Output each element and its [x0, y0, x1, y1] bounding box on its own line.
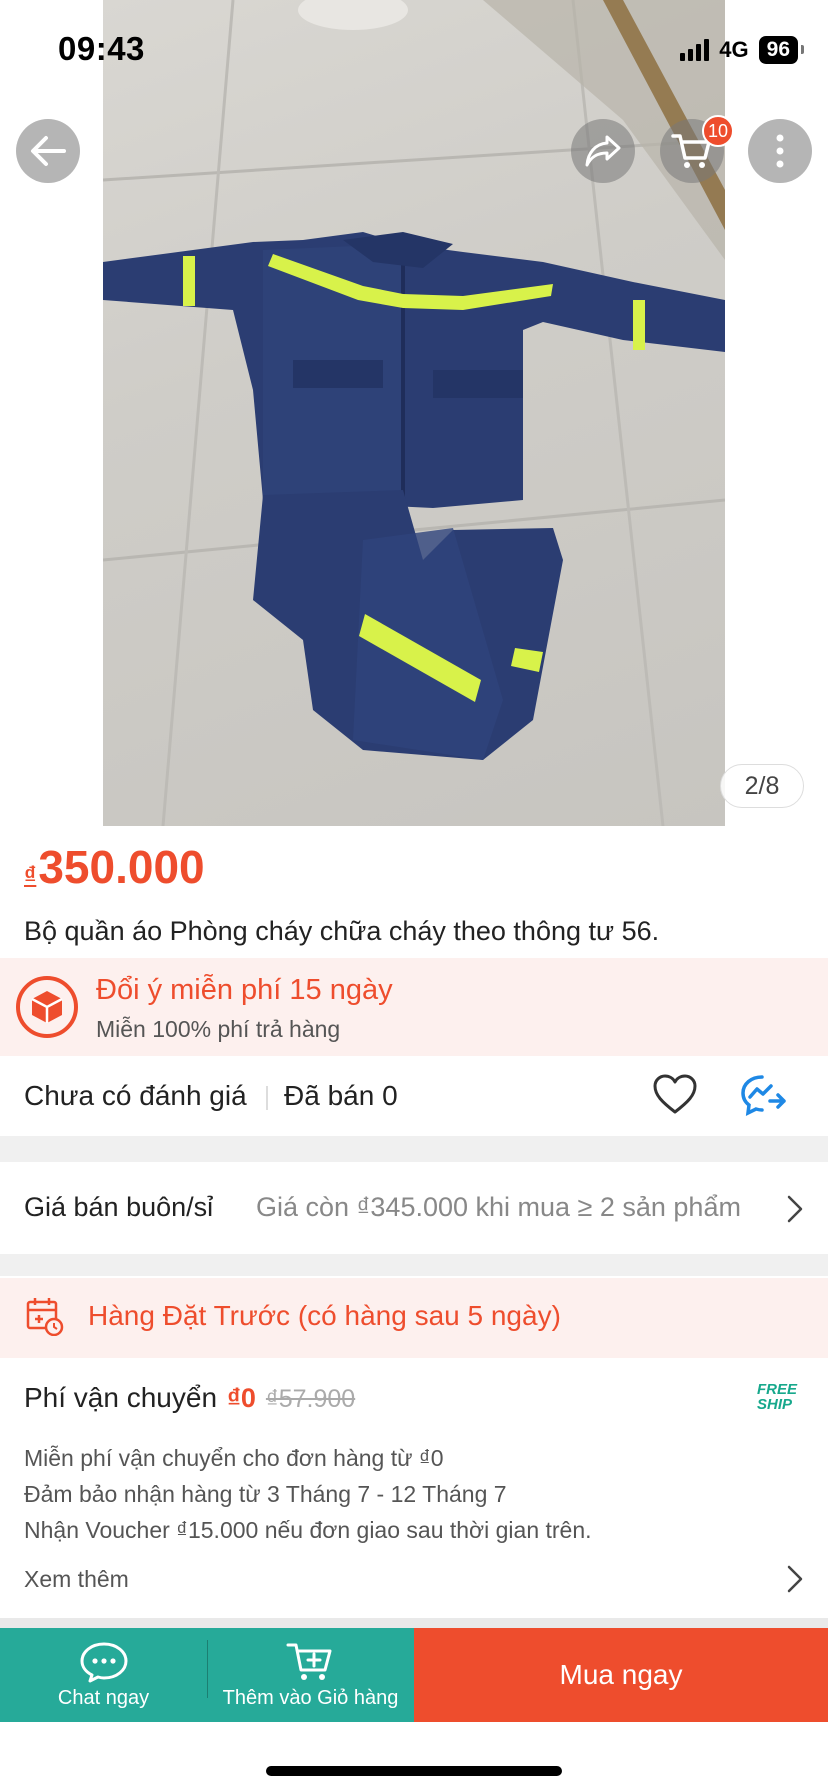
return-box-icon: [16, 976, 78, 1038]
cart-count-badge: 10: [702, 115, 734, 147]
shipping-old-price: ₫57.900: [265, 1385, 356, 1413]
bottom-action-bar: Chat ngay Thêm vào Giỏ hàng Mua ngay: [0, 1628, 828, 1722]
add-to-cart-label: Thêm vào Giỏ hàng: [222, 1686, 399, 1709]
shipping-details: Miễn phí vận chuyển cho đơn hàng từ ₫0 Đ…: [24, 1440, 592, 1548]
image-counter: 2/8: [720, 764, 804, 808]
rating-status[interactable]: Chưa có đánh giá: [24, 1080, 247, 1112]
cart-plus-icon: [286, 1643, 331, 1680]
currency-symbol: ₫: [24, 862, 37, 889]
status-bar: 09:43 4G 96: [0, 0, 828, 100]
see-more-link[interactable]: Xem thêm: [24, 1566, 129, 1593]
section-divider: [0, 1254, 828, 1276]
divider: [266, 1086, 268, 1110]
rating-sold-row: Chưa có đánh giá Đã bán 0: [0, 1058, 828, 1136]
freeship-badge-line2: SHIP: [757, 1396, 793, 1413]
freeship-badge-line1: FREE: [757, 1381, 798, 1398]
more-options-button[interactable]: [748, 119, 812, 183]
favorite-button[interactable]: [652, 1074, 698, 1121]
share-icon: [585, 135, 621, 167]
return-policy-title: Đổi ý miễn phí 15 ngày: [96, 974, 393, 1006]
return-policy-banner[interactable]: Đổi ý miễn phí 15 ngày Miễn 100% phí trả…: [0, 958, 828, 1056]
shipping-detail-line: Nhận Voucher ₫15.000 nếu đơn giao sau th…: [24, 1517, 592, 1543]
preorder-banner: Hàng Đặt Trước (có hàng sau 5 ngày): [0, 1278, 828, 1358]
shipping-detail-line: Miễn phí vận chuyển cho đơn hàng từ ₫0: [24, 1445, 444, 1471]
shipping-section[interactable]: Phí vận chuyển ₫0 ₫57.900 FREE SHIP Miễn…: [0, 1358, 828, 1618]
chat-now-button[interactable]: Chat ngay: [0, 1628, 207, 1722]
sold-count: Đã bán 0: [284, 1080, 398, 1111]
share-button[interactable]: [571, 119, 635, 183]
wholesale-price-row[interactable]: Giá bán buôn/sỉ Giá còn ₫345.000 khi mua…: [0, 1162, 828, 1254]
section-divider: [0, 1136, 828, 1162]
shipping-fee-row: Phí vận chuyển ₫0 ₫57.900: [24, 1382, 355, 1414]
status-indicators: 4G 96: [680, 36, 805, 64]
preorder-text: Hàng Đặt Trước (có hàng sau 5 ngày): [88, 1300, 561, 1331]
back-button[interactable]: [16, 119, 80, 183]
wholesale-value: Giá còn ₫345.000 khi mua ≥ 2 sản phẩm: [256, 1192, 741, 1222]
return-policy-subtitle: Miễn 100% phí trả hàng: [96, 1016, 341, 1042]
freeship-badge: FREE SHIP: [757, 1382, 801, 1412]
messenger-share-button[interactable]: [740, 1074, 788, 1123]
home-indicator[interactable]: [266, 1766, 562, 1776]
calendar-clock-icon: [26, 1298, 64, 1336]
battery-level: 96: [758, 36, 805, 64]
network-type: 4G: [719, 37, 749, 62]
price-amount: 350.000: [38, 841, 205, 893]
chat-now-label: Chat ngay: [57, 1686, 150, 1709]
more-vertical-icon: [776, 134, 784, 168]
product-title: Bộ quần áo Phòng cháy chữa cháy theo thô…: [24, 916, 660, 946]
status-time: 09:43: [58, 30, 145, 67]
messenger-share-icon: [741, 1075, 786, 1117]
chat-bubble-icon: [80, 1642, 127, 1682]
heart-icon: [653, 1074, 697, 1114]
shipping-detail-line: Đảm bảo nhận hàng từ 3 Tháng 7 - 12 Thán…: [24, 1481, 507, 1507]
arrow-left-icon: [31, 136, 66, 166]
shipping-price: ₫0: [227, 1383, 256, 1413]
product-image: [103, 0, 725, 826]
product-gallery[interactable]: 09:43 4G 96 10 2/8: [0, 0, 828, 826]
wholesale-label: Giá bán buôn/sỉ: [24, 1192, 214, 1222]
chevron-right-icon[interactable]: [786, 1564, 804, 1594]
shipping-label: Phí vận chuyển: [24, 1382, 218, 1413]
signal-icon: [680, 39, 710, 61]
section-divider: [0, 1618, 828, 1628]
buy-now-button[interactable]: Mua ngay: [414, 1628, 828, 1722]
cart-button[interactable]: 10: [660, 115, 734, 183]
product-price: ₫ 350.000: [24, 840, 205, 894]
add-to-cart-button[interactable]: Thêm vào Giỏ hàng: [207, 1628, 414, 1722]
product-photo[interactable]: [103, 0, 725, 826]
chevron-right-icon: [787, 1195, 803, 1223]
